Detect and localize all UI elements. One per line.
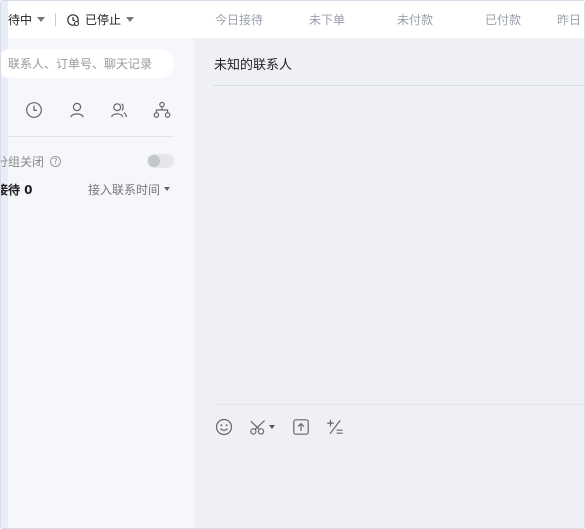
waiting-count-label: 接待 0 — [1, 182, 33, 197]
search-input[interactable]: 联系人、订单号、聊天记录 — [1, 49, 174, 78]
divider — [213, 404, 584, 405]
chat-title: 未知的联系人 — [214, 58, 293, 73]
chevron-down-icon — [126, 17, 135, 22]
chevron-down-icon — [164, 187, 170, 191]
chat-panel: 未知的联系人 — [194, 38, 584, 528]
divider — [55, 13, 57, 26]
quick-reply-icon[interactable] — [326, 416, 344, 438]
stat-today-received: 今日接待 — [215, 13, 264, 27]
user-icon[interactable] — [66, 99, 88, 121]
divider — [8, 136, 174, 137]
chat-toolbar — [213, 416, 373, 438]
group-toggle-switch[interactable] — [147, 154, 174, 168]
top-bar: 待中 已停止 今日接待 未下单 未付款 已付款 昨日 — [8, 1, 584, 38]
stat-yesterday: 昨日 — [557, 13, 582, 27]
stop-clock-icon — [66, 13, 80, 27]
chevron-down-icon — [37, 17, 46, 22]
upload-icon[interactable] — [292, 416, 310, 438]
sort-dropdown[interactable]: 接入联系时间 — [88, 180, 170, 198]
stop-status-label: 已停止 — [85, 13, 122, 27]
stop-status-dropdown[interactable]: 已停止 — [66, 11, 135, 28]
divider — [213, 85, 584, 86]
sort-label: 接入联系时间 — [87, 182, 160, 197]
help-icon[interactable]: ? — [50, 155, 62, 167]
toggle-knob — [148, 155, 160, 167]
reception-status-label: 待中 — [8, 13, 33, 27]
status-area: 待中 已停止 — [8, 1, 135, 38]
group-toggle-label: 分组关闭 — [0, 154, 45, 169]
app-window: 待中 已停止 今日接待 未下单 未付款 已付款 昨日 联系人、订单号、聊天记录 — [0, 0, 585, 529]
stats-bar: 今日接待 未下单 未付款 已付款 昨日 — [215, 1, 581, 38]
org-tree-icon[interactable] — [151, 99, 173, 121]
stat-not-ordered: 未下单 — [309, 13, 346, 27]
users-icon[interactable] — [108, 99, 130, 121]
filter-icon-row — [23, 99, 183, 121]
contact-sidebar: 联系人、订单号、聊天记录 分组关闭 ? 接待 0 — [1, 38, 194, 528]
waiting-row: 接待 0 接入联系时间 — [1, 180, 174, 198]
clock-icon[interactable] — [23, 99, 45, 121]
stat-unpaid: 未付款 — [397, 13, 434, 27]
reception-status-dropdown[interactable]: 待中 — [8, 11, 46, 28]
stat-paid: 已付款 — [485, 13, 522, 27]
group-toggle-row: 分组关闭 ? — [1, 152, 174, 170]
emoji-icon[interactable] — [215, 416, 233, 438]
window-edge — [1, 1, 8, 528]
scissors-icon[interactable] — [249, 416, 275, 438]
chevron-down-icon[interactable] — [269, 425, 275, 429]
